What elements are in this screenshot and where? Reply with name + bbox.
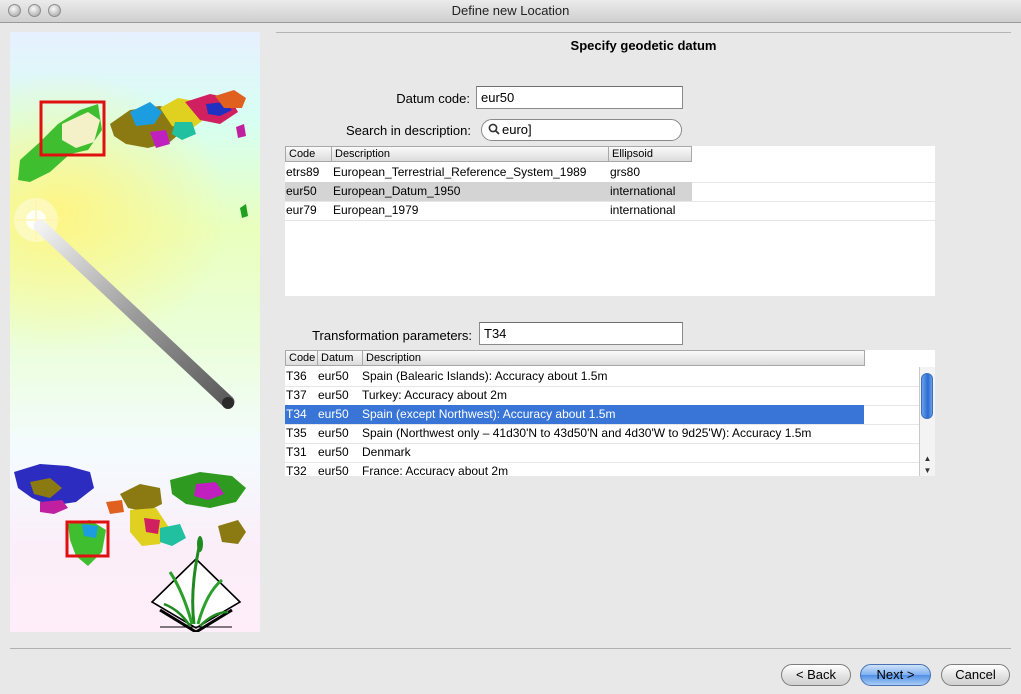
column-header-code[interactable]: Code <box>285 350 318 366</box>
transform-row-selected[interactable]: T34 eur50 Spain (except Northwest): Accu… <box>285 405 919 425</box>
transform-description-cell: Spain (Northwest only – 41d30'N to 43d50… <box>362 426 812 440</box>
transform-row[interactable]: T36 eur50 Spain (Balearic Islands): Accu… <box>285 367 919 387</box>
datum-description-cell: European_Datum_1950 <box>333 184 461 198</box>
datum-code-cell: etrs89 <box>286 165 320 179</box>
transformation-table-scrollbar[interactable]: ▲ ▼ <box>919 367 935 476</box>
footer-separator <box>10 648 1011 649</box>
transformation-table-header: Code Datum Description <box>285 350 935 366</box>
search-description-field[interactable]: euro] <box>481 119 682 141</box>
scroll-up-arrow-icon[interactable]: ▲ <box>920 453 935 464</box>
datum-code-cell: eur79 <box>286 203 317 217</box>
column-header-description[interactable]: Description <box>332 146 609 162</box>
transform-code-cell: T31 <box>286 445 307 459</box>
search-icon <box>488 123 500 138</box>
wizard-side-image <box>10 32 260 632</box>
header-separator <box>276 32 1011 33</box>
column-header-datum[interactable]: Datum <box>318 350 363 366</box>
transform-code-cell: T32 <box>286 464 307 476</box>
datum-row[interactable]: etrs89 European_Terrestrial_Reference_Sy… <box>285 163 935 183</box>
transformation-params-label: Transformation parameters: <box>312 328 472 343</box>
back-button[interactable]: < Back <box>781 664 851 686</box>
transform-datum-cell: eur50 <box>318 464 349 476</box>
transform-row[interactable]: T31 eur50 Denmark <box>285 443 919 463</box>
transform-row[interactable]: T32 eur50 France: Accuracy about 2m <box>285 462 919 476</box>
transform-description-cell: Spain (except Northwest): Accuracy about… <box>362 407 616 421</box>
datum-code-cell: eur50 <box>286 184 317 198</box>
datum-description-cell: European_Terrestrial_Reference_System_19… <box>333 165 587 179</box>
search-value: euro] <box>502 122 532 137</box>
wizard-content: Specify geodetic datum Datum code: eur50… <box>276 32 1011 637</box>
transform-code-cell: T37 <box>286 388 307 402</box>
transformation-params-field[interactable]: T34 <box>479 322 683 345</box>
column-header-code[interactable]: Code <box>285 146 332 162</box>
datum-row[interactable]: eur79 European_1979 international <box>285 201 935 221</box>
datum-table-header: Code Description Ellipsoid <box>285 146 935 162</box>
transformation-table: Code Datum Description T36 eur50 Spain (… <box>285 350 935 476</box>
world-map-wand-art <box>14 90 248 632</box>
next-button[interactable]: Next > <box>860 664 931 686</box>
transform-code-cell: T35 <box>286 426 307 440</box>
transform-description-cell: Spain (Balearic Islands): Accuracy about… <box>362 369 608 383</box>
column-header-ellipsoid[interactable]: Ellipsoid <box>609 146 692 162</box>
transform-description-cell: France: Accuracy about 2m <box>362 464 509 476</box>
cancel-button[interactable]: Cancel <box>941 664 1010 686</box>
transform-datum-cell: eur50 <box>318 369 349 383</box>
window-title: Define new Location <box>451 3 570 18</box>
transform-code-cell: T34 <box>286 407 307 421</box>
transform-datum-cell: eur50 <box>318 388 349 402</box>
transform-description-cell: Denmark <box>362 445 411 459</box>
scroll-down-arrow-icon[interactable]: ▼ <box>920 465 935 476</box>
world-map-bottom <box>14 464 246 566</box>
transform-datum-cell: eur50 <box>318 445 349 459</box>
transform-description-cell: Turkey: Accuracy about 2m <box>362 388 507 402</box>
datum-code-field[interactable]: eur50 <box>476 86 683 109</box>
datum-ellipsoid-cell: grs80 <box>610 165 641 179</box>
scrollbar-thumb[interactable] <box>921 373 933 419</box>
column-header-description[interactable]: Description <box>363 350 865 366</box>
datum-ellipsoid-cell: international <box>610 203 676 217</box>
datum-row-selected[interactable]: eur50 European_Datum_1950 international <box>285 182 935 202</box>
window-titlebar: Define new Location <box>0 0 1021 23</box>
magic-wand <box>33 219 235 409</box>
search-description-label: Search in description: <box>345 123 471 138</box>
datum-table: Code Description Ellipsoid etrs89 Europe… <box>285 146 935 296</box>
transform-datum-cell: eur50 <box>318 426 349 440</box>
datum-code-label: Datum code: <box>396 91 470 106</box>
transform-row[interactable]: T37 eur50 Turkey: Accuracy about 2m <box>285 386 919 406</box>
datum-description-cell: European_1979 <box>333 203 419 217</box>
grass-logo <box>150 536 242 632</box>
datum-ellipsoid-cell: international <box>610 184 676 198</box>
page-title: Specify geodetic datum <box>570 38 717 53</box>
transform-code-cell: T36 <box>286 369 307 383</box>
transform-datum-cell: eur50 <box>318 407 349 421</box>
transform-row[interactable]: T35 eur50 Spain (Northwest only – 41d30'… <box>285 424 919 444</box>
